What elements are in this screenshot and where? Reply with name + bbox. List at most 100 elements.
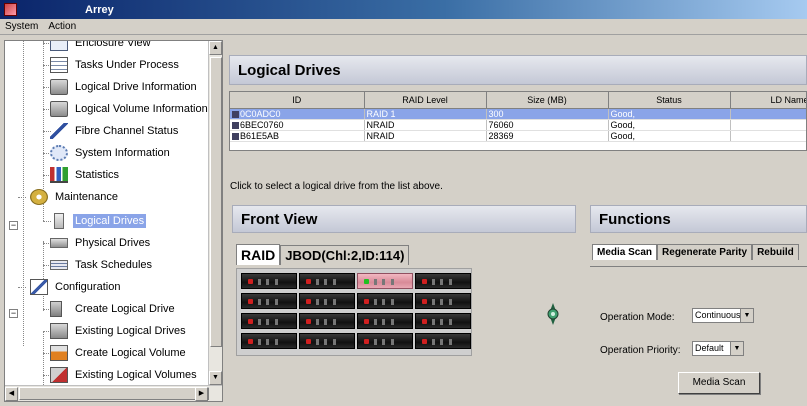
tree-item-label: Logical Drive Information	[75, 81, 197, 93]
tree-item-logical-drive-information[interactable]: Logical Drive Information	[50, 77, 199, 97]
drive-status-led-icon	[306, 339, 311, 344]
tree-horizontal-scrollbar[interactable]: ◀ ▶	[5, 385, 222, 401]
navigation-tree[interactable]: − − Enclosure View Tasks Under Process Log…	[4, 40, 223, 402]
configuration-icon	[30, 279, 48, 295]
tree-item-tasks-under-process[interactable]: Tasks Under Process	[50, 55, 181, 75]
drive-slot[interactable]	[415, 313, 471, 329]
tree-item-label: Maintenance	[55, 191, 118, 203]
logical-drives-title: Logical Drives	[238, 61, 341, 79]
configuration-collapse-toggle[interactable]: −	[9, 309, 18, 318]
tree-item-label: Task Schedules	[75, 259, 153, 271]
row-id: 0C0ADC0	[240, 108, 281, 119]
drive-handle-icon	[432, 279, 460, 285]
column-header-ld-name[interactable]: LD Name	[730, 92, 806, 109]
drive-slot[interactable]	[415, 333, 471, 349]
drive-status-led-icon	[422, 299, 427, 304]
physical-drive-icon	[50, 238, 68, 248]
row-id: 6BEC0760	[240, 119, 284, 130]
scroll-left-arrow-icon[interactable]: ◀	[5, 387, 18, 401]
tree-item-fibre-channel-status[interactable]: Fibre Channel Status	[50, 121, 180, 141]
tree-vertical-scrollbar[interactable]: ▲ ▼	[208, 41, 222, 385]
dropdown-arrow-icon[interactable]: ▼	[730, 342, 743, 355]
drive-handle-icon	[374, 299, 402, 305]
drive-slot[interactable]	[241, 313, 297, 329]
menu-bar: System Action	[0, 19, 807, 35]
drive-handle-icon	[316, 319, 344, 325]
tree-item-configuration[interactable]: Configuration	[30, 277, 122, 297]
tree-item-label: System Information	[75, 147, 170, 159]
operation-priority-label: Operation Priority:	[600, 345, 681, 356]
drive-slot[interactable]	[299, 333, 355, 349]
scroll-up-arrow-icon[interactable]: ▲	[209, 41, 222, 55]
tree-item-existing-logical-volumes[interactable]: Existing Logical Volumes	[50, 365, 199, 385]
tree-item-existing-logical-drives[interactable]: Existing Logical Drives	[50, 321, 188, 341]
drive-slot[interactable]	[241, 333, 297, 349]
drive-status-led-icon	[248, 339, 253, 344]
tree-item-create-logical-volume[interactable]: Create Logical Volume	[50, 343, 188, 363]
operation-mode-select[interactable]: Continuous ▼	[692, 308, 754, 323]
menu-action[interactable]: Action	[43, 21, 81, 32]
tab-rebuild[interactable]: Rebuild	[752, 244, 799, 260]
drive-slot[interactable]	[357, 333, 413, 349]
scroll-thumb[interactable]	[19, 387, 209, 400]
media-scan-button[interactable]: Media Scan	[678, 372, 760, 394]
tree-connector	[18, 287, 26, 288]
column-header-raid-level[interactable]: RAID Level	[364, 92, 487, 109]
row-id: B61E5AB	[240, 130, 280, 141]
drive-status-led-icon	[306, 279, 311, 284]
tree-item-maintenance[interactable]: Maintenance	[30, 187, 120, 207]
window-icon	[50, 41, 68, 51]
drive-slot[interactable]	[357, 293, 413, 309]
tree-item-statistics[interactable]: Statistics	[50, 165, 121, 185]
tab-raid[interactable]: RAID	[236, 244, 281, 265]
tree-item-logical-drives[interactable]: Logical Drives	[50, 211, 147, 231]
table-row[interactable]: B61E5AB NRAID 28369 Good,	[230, 130, 806, 142]
tree-connector	[43, 241, 44, 311]
scroll-thumb[interactable]	[210, 57, 222, 347]
tree-item-enclosure-view[interactable]: Enclosure View	[50, 41, 153, 53]
compass-navigation-icon[interactable]	[542, 303, 564, 325]
tree-item-task-schedules[interactable]: Task Schedules	[50, 255, 154, 275]
drive-slot[interactable]	[299, 273, 355, 289]
column-header-size[interactable]: Size (MB)	[486, 92, 609, 109]
fibre-icon	[50, 123, 68, 139]
drive-slot[interactable]	[357, 273, 413, 289]
menu-system[interactable]: System	[0, 21, 43, 32]
drive-slot[interactable]	[299, 293, 355, 309]
drive-slot[interactable]	[299, 313, 355, 329]
drive-slot[interactable]	[241, 293, 297, 309]
drive-slot[interactable]	[357, 313, 413, 329]
functions-title: Functions	[599, 210, 671, 228]
drive-slot[interactable]	[241, 273, 297, 289]
dropdown-arrow-icon[interactable]: ▼	[740, 309, 753, 322]
maintenance-collapse-toggle[interactable]: −	[9, 221, 18, 230]
row-ld-name	[730, 108, 806, 120]
operation-priority-select[interactable]: Default ▼	[692, 341, 744, 356]
tab-jbod[interactable]: JBOD(Chl:2,ID:114)	[280, 245, 410, 265]
tree-item-logical-volume-information[interactable]: Logical Volume Information	[50, 99, 208, 119]
drive-handle-icon	[258, 319, 286, 325]
column-header-status[interactable]: Status	[608, 92, 731, 109]
drive-slot[interactable]	[415, 273, 471, 289]
tree-item-system-information[interactable]: System Information	[50, 143, 172, 163]
scroll-down-arrow-icon[interactable]: ▼	[209, 371, 222, 385]
create-drive-icon	[50, 301, 62, 317]
column-header-id[interactable]: ID	[230, 92, 365, 109]
tree-item-label: Fibre Channel Status	[75, 125, 179, 137]
tasks-icon	[50, 57, 68, 73]
tab-media-scan[interactable]: Media Scan	[592, 244, 658, 260]
enclosure-drive-bay	[236, 268, 472, 356]
logical-drives-header: Logical Drives	[229, 55, 807, 85]
tree-connector	[43, 331, 44, 385]
drive-slot[interactable]	[415, 293, 471, 309]
drive-status-led-icon	[248, 279, 253, 284]
logical-drives-table[interactable]: ID RAID Level Size (MB) Status LD Name 0…	[229, 91, 807, 151]
table-row[interactable]: 0C0ADC0 RAID 1 300 Good,	[230, 108, 806, 120]
drive-status-led-icon	[364, 299, 369, 304]
table-row[interactable]: 6BEC0760 NRAID 76060 Good,	[230, 119, 806, 131]
tree-item-physical-drives[interactable]: Physical Drives	[50, 233, 152, 253]
tab-regenerate-parity[interactable]: Regenerate Parity	[657, 244, 753, 260]
drive-status-led-icon	[306, 299, 311, 304]
tree-item-create-logical-drive[interactable]: Create Logical Drive	[50, 299, 177, 319]
scroll-right-arrow-icon[interactable]: ▶	[195, 387, 208, 401]
